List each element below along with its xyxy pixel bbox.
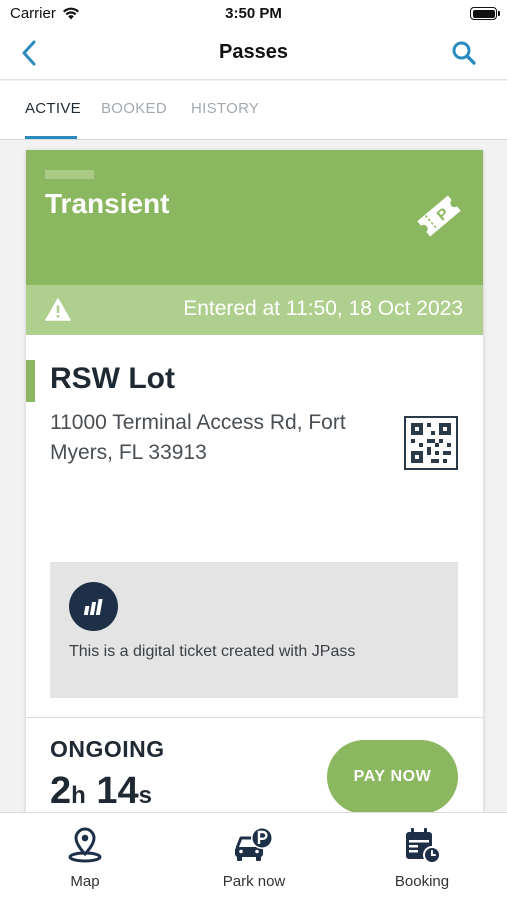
session-status: ONGOING: [50, 736, 165, 762]
map-pin-icon: [68, 827, 102, 863]
pass-card[interactable]: Transient P Entered at 11:50, 18 Oct 202…: [26, 150, 483, 830]
duration-hours-unit: h: [71, 782, 86, 809]
bottom-tab-booking-label: Booking: [394, 873, 450, 890]
bottom-tab-park-now-label: Park now: [222, 873, 286, 890]
tab-active[interactable]: ACTIVE: [25, 100, 81, 117]
search-button[interactable]: [447, 36, 481, 70]
lot-accent-bar: [26, 360, 35, 402]
entered-time: Entered at 11:50, 18 Oct 2023: [183, 297, 463, 320]
lot-name: RSW Lot: [50, 362, 175, 395]
pass-card-header: Transient P: [26, 150, 483, 285]
search-icon: [452, 41, 476, 65]
jpass-logo-icon: [83, 598, 103, 615]
navigation-bar: Passes: [0, 28, 507, 80]
tab-history[interactable]: HISTORY: [191, 100, 259, 117]
digital-ticket-text: This is a digital ticket created with JP…: [69, 643, 356, 660]
bottom-tab-map-label: Map: [70, 873, 100, 890]
tab-booked[interactable]: BOOKED: [101, 100, 167, 117]
battery-icon: [470, 7, 500, 20]
status-bar: Carrier 3:50 PM: [0, 0, 507, 28]
qr-code-icon: [411, 423, 451, 463]
warning-icon: [45, 298, 71, 321]
duration-minutes: 14: [96, 770, 139, 812]
jpass-logo: [69, 582, 118, 631]
bottom-tab-park-now[interactable]: Park now: [189, 813, 319, 900]
elapsed-duration: 2h 14s: [50, 770, 152, 813]
card-divider: [26, 717, 483, 718]
digital-ticket-info: This is a digital ticket created with JP…: [50, 562, 458, 698]
parking-ticket-icon: P: [417, 195, 461, 237]
duration-hours: 2: [50, 770, 72, 812]
back-button[interactable]: [12, 36, 46, 70]
header-decoration: [45, 170, 94, 179]
car-parking-icon: [235, 827, 273, 861]
chevron-left-icon: [22, 40, 36, 66]
bottom-tab-bar: Map Park now Booking: [0, 812, 507, 900]
duration-minutes-unit: s: [138, 782, 153, 809]
status-time: 3:50 PM: [225, 5, 282, 22]
active-tab-indicator: [25, 136, 77, 139]
qr-code-button[interactable]: [404, 416, 458, 470]
pay-now-button[interactable]: PAY NOW: [327, 740, 458, 814]
entry-status-strip: Entered at 11:50, 18 Oct 2023: [26, 285, 483, 335]
page-title: Passes: [219, 41, 288, 63]
calendar-clock-icon: [406, 828, 441, 864]
pass-type-label: Transient: [45, 188, 170, 219]
pass-tabs: ACTIVE BOOKED HISTORY: [0, 81, 507, 140]
bottom-tab-booking[interactable]: Booking: [357, 813, 487, 900]
lot-address: 11000 Terminal Access Rd, Fort Myers, FL…: [50, 411, 346, 464]
bottom-tab-map[interactable]: Map: [20, 813, 150, 900]
